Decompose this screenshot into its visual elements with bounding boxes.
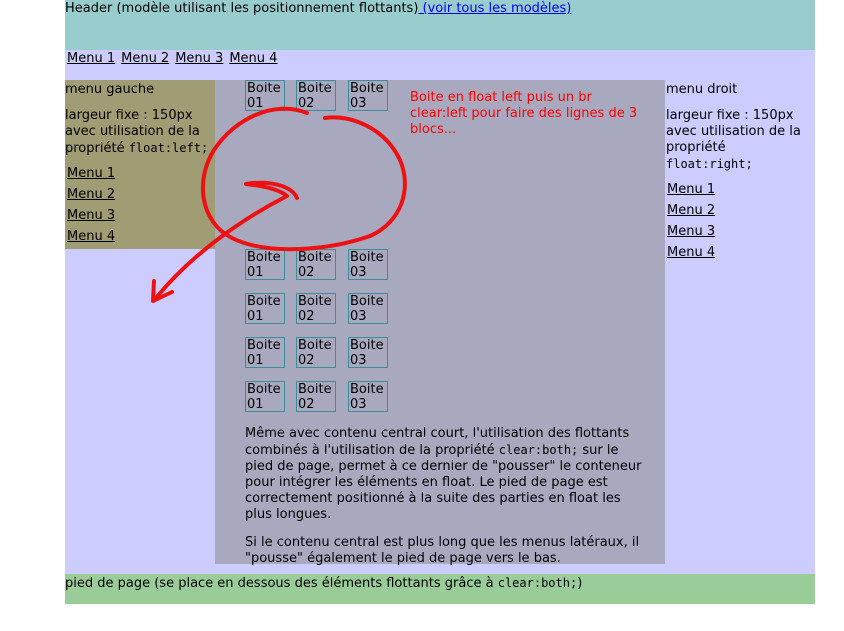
box-label: Boite [247,294,281,309]
center-paragraph-2: Si le contenu central est plus long que … [245,535,640,566]
right-desc-line-1: largeur fixe : 150px [666,108,794,123]
box-label: Boite [247,81,281,96]
footer-text: pied de page (se place en dessous des él… [65,575,582,592]
box-label: Boite [350,382,384,397]
footer-code: clear:both; [497,576,578,590]
header-title: Header (modèle utilisant les positionnem… [65,1,419,16]
layout-container: Header (modèle utilisant les positionnem… [65,0,815,604]
header: Header (modèle utilisant les positionnem… [65,0,815,50]
box-number: 03 [350,309,367,324]
top-menu: Menu 1 Menu 2 Menu 3 Menu 4 [65,51,281,67]
box-label: Boite [247,250,281,265]
box-01: Boite 01 [245,80,285,111]
box-02: Boite 02 [296,80,336,111]
box-number: 03 [350,397,367,412]
box-label: Boite [247,382,281,397]
right-menu-title: menu droit [666,82,738,97]
box-02: Boite 02 [296,381,336,412]
box-number: 02 [298,265,315,280]
left-menu-item-2[interactable]: Menu 2 [67,187,115,203]
float-note: Boite en float left puis un br clear:lef… [410,90,638,137]
page: Header (modèle utilisant les positionnem… [0,0,844,631]
box-03: Boite 03 [348,381,388,412]
box-label: Boite [350,294,384,309]
box-number: 02 [298,353,315,368]
box-label: Boite [350,250,384,265]
box-03: Boite 03 [348,80,388,111]
box-01: Boite 01 [245,381,285,412]
box-label: Boite [298,81,332,96]
right-menu-item-1[interactable]: Menu 1 [667,182,715,198]
box-number: 01 [247,265,264,280]
right-menu-item-3[interactable]: Menu 3 [667,224,715,240]
box-02: Boite 02 [296,293,336,324]
box-number: 01 [247,309,264,324]
left-menu-description: largeur fixe : 150px avec utilisation de… [65,108,215,157]
top-menu-item-1[interactable]: Menu 1 [67,51,115,66]
box-01: Boite 01 [245,293,285,324]
top-menu-item-4[interactable]: Menu 4 [229,51,277,66]
left-desc-line-2: avec utilisation de la [65,124,200,139]
footer-text-start: pied de page (se place en dessous des él… [65,576,498,591]
box-number: 01 [247,397,264,412]
box-02: Boite 02 [296,337,336,368]
box-number: 02 [298,96,315,111]
box-02: Boite 02 [296,249,336,280]
box-03: Boite 03 [348,337,388,368]
box-number: 01 [247,96,264,111]
box-number: 02 [298,309,315,324]
left-menu-item-4[interactable]: Menu 4 [67,229,115,245]
right-desc-line-2: avec utilisation de la [666,124,801,139]
left-desc-word: propriété [65,141,129,156]
top-menu-item-3[interactable]: Menu 3 [175,51,223,66]
box-label: Boite [298,338,332,353]
left-menu-title: menu gauche [65,82,155,97]
box-01: Boite 01 [245,337,285,368]
box-number: 03 [350,265,367,280]
footer: pied de page (se place en dessous des él… [65,574,815,604]
left-desc-line-1: largeur fixe : 150px [65,108,193,123]
box-number: 03 [350,96,367,111]
right-menu-item-2[interactable]: Menu 2 [667,203,715,219]
box-03: Boite 03 [348,293,388,324]
left-menu-item-1[interactable]: Menu 1 [67,166,115,182]
right-desc-line-3: propriété [666,140,726,155]
top-menu-item-2[interactable]: Menu 2 [121,51,169,66]
box-label: Boite [247,338,281,353]
box-number: 03 [350,353,367,368]
box-number: 02 [298,397,315,412]
left-desc-line-3: propriété float:left; [65,140,215,157]
box-label: Boite [350,81,384,96]
center-paragraph-1: Même avec contenu central court, l'utili… [245,426,645,523]
box-03: Boite 03 [348,249,388,280]
left-desc-code: float:left; [128,141,209,155]
right-desc-code: float:right; [666,157,753,171]
center-content: Boite 01 Boite 02 Boite 03 Boite en float l… [215,80,665,566]
all-models-link[interactable]: (voir tous les modèles) [418,1,572,16]
box-label: Boite [298,250,332,265]
header-text: Header (modèle utilisant les positionnem… [65,1,571,17]
right-menu-description: largeur fixe : 150px avec utilisation de… [666,108,816,172]
left-menu-item-3[interactable]: Menu 3 [67,208,115,224]
box-label: Boite [298,382,332,397]
left-menu: menu gauche largeur fixe : 150px avec ut… [65,80,215,249]
right-menu-item-4[interactable]: Menu 4 [667,245,715,261]
para1-code: clear:both; [498,443,579,457]
box-number: 01 [247,353,264,368]
box-label: Boite [350,338,384,353]
box-label: Boite [298,294,332,309]
box-01: Boite 01 [245,249,285,280]
footer-text-end: ) [577,576,583,591]
